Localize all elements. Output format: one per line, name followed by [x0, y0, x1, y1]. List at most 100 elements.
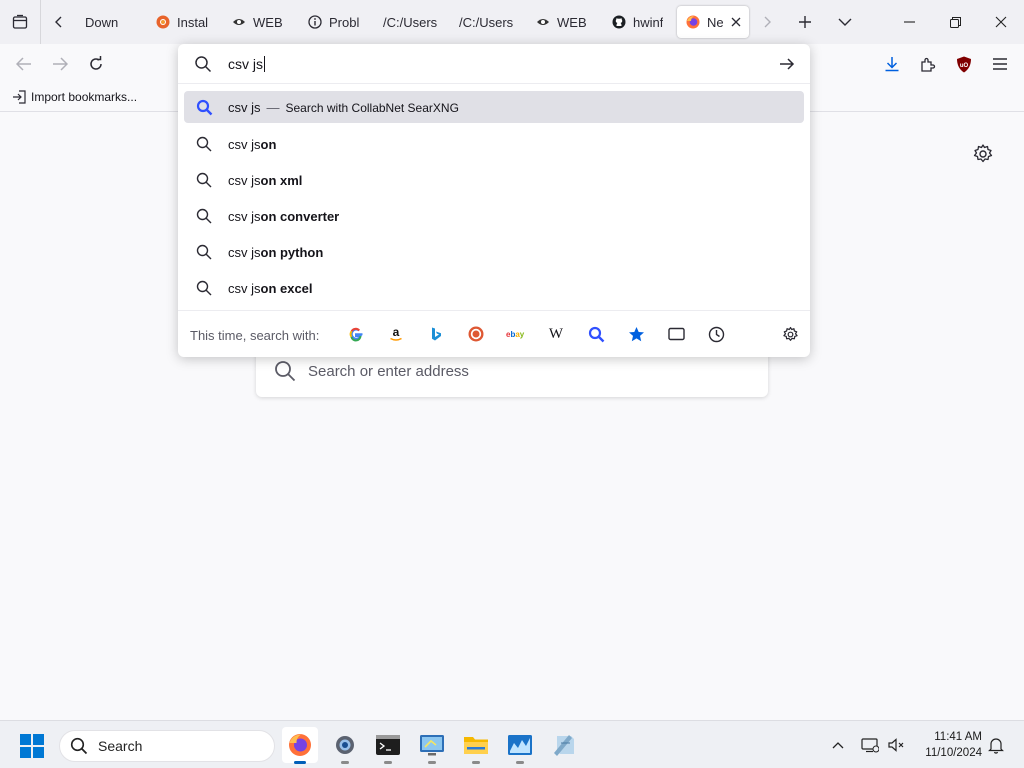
search-icon: [196, 280, 212, 299]
taskbar-notepad[interactable]: [546, 727, 582, 763]
history-icon[interactable]: [706, 324, 726, 344]
windows-start-icon[interactable]: [20, 734, 44, 758]
text-caret: [264, 56, 265, 72]
tab-overview-icon[interactable]: [0, 0, 40, 44]
search-icon: [196, 208, 212, 227]
suggestion-prefix: csv js: [228, 137, 261, 152]
bing-icon[interactable]: [426, 324, 446, 344]
tab-scroll-right-icon[interactable]: [749, 0, 785, 44]
wikipedia-icon[interactable]: W: [546, 324, 566, 344]
suggestion-item[interactable]: csv json xml: [184, 164, 804, 196]
notepad-icon: [552, 733, 576, 757]
suggestion-query: csv js: [228, 100, 261, 115]
url-typed-text-wrap: csv js: [228, 56, 265, 72]
suggestion-prefix: csv js: [228, 209, 261, 224]
taskbar-terminal[interactable]: [370, 727, 406, 764]
firefox-icon: [685, 14, 701, 30]
close-tab-icon[interactable]: [731, 17, 741, 27]
chromium-icon: [155, 14, 171, 30]
running-indicator: [294, 761, 306, 764]
volume-muted-icon[interactable]: [886, 735, 906, 755]
taskbar-settings[interactable]: [327, 727, 363, 764]
urlbar-dropdown: csv js csv js — Search with CollabNet Sear…: [178, 44, 810, 357]
tab-2[interactable]: WEB: [223, 6, 299, 38]
ebay-icon[interactable]: ebay: [506, 324, 526, 344]
tab-0[interactable]: Down: [77, 6, 147, 38]
tab-5[interactable]: /C:/Users: [451, 6, 527, 38]
file-explorer-icon: [463, 734, 489, 756]
tab-3[interactable]: Probl: [299, 6, 375, 38]
forward-icon[interactable]: [48, 52, 72, 76]
go-arrow-icon[interactable]: [778, 55, 796, 76]
tab-8-active[interactable]: Ne: [677, 6, 749, 38]
tab-scroll-left-icon[interactable]: [41, 0, 77, 44]
show-hidden-icons-chevron-icon[interactable]: [828, 735, 848, 755]
notification-bell-icon[interactable]: [986, 735, 1006, 755]
app-menu-icon[interactable]: [988, 52, 1012, 76]
suggestion-item[interactable]: csv json excel: [184, 272, 804, 304]
terminal-icon: [376, 734, 400, 756]
back-icon[interactable]: [12, 52, 36, 76]
taskbar-search-box[interactable]: Search: [59, 730, 275, 762]
url-input[interactable]: csv js: [178, 44, 810, 84]
minimize-icon[interactable]: [886, 0, 932, 44]
new-tab-icon[interactable]: [785, 0, 825, 44]
running-indicator: [472, 761, 480, 764]
list-all-tabs-icon[interactable]: [825, 0, 865, 44]
suggestion-completion: on excel: [260, 281, 313, 296]
taskbar-file-explorer[interactable]: [458, 727, 494, 764]
suggestion-completion: on converter: [260, 209, 340, 224]
close-window-icon[interactable]: [978, 0, 1024, 44]
tab-strip: Down Instal WEB Probl /C:/Users /C:/User…: [0, 0, 1024, 44]
extensions-icon[interactable]: [916, 52, 940, 76]
searxng-icon[interactable]: [586, 324, 606, 344]
clock-date: 11/10/2024: [925, 747, 982, 759]
eye-icon: [535, 14, 551, 30]
one-off-search-bar: This time, search with: a ebay W: [178, 310, 810, 357]
search-icon: [196, 172, 212, 191]
restore-icon[interactable]: [932, 0, 978, 44]
taskbar-remote-desktop[interactable]: [414, 727, 450, 764]
suggestion-text: csv js — Search with CollabNet SearXNG: [228, 100, 459, 115]
system-clock[interactable]: 11:41 AM 11/10/2024: [912, 729, 982, 761]
suggestion-prefix: csv js: [228, 173, 261, 188]
google-icon[interactable]: [346, 324, 366, 344]
search-icon: [196, 244, 212, 263]
import-bookmarks-button[interactable]: Import bookmarks...: [12, 90, 137, 104]
taskbar-monitor-app[interactable]: [502, 727, 538, 764]
import-bookmarks-label: Import bookmarks...: [31, 90, 138, 104]
svg-text:ebay: ebay: [506, 330, 525, 339]
searxng-icon: [196, 99, 213, 119]
suggestion-completion: on xml: [260, 173, 303, 188]
svg-text:uO: uO: [960, 63, 969, 69]
svg-text:a: a: [393, 326, 400, 339]
page-settings-gear-icon[interactable]: [972, 143, 994, 165]
downloads-icon[interactable]: [880, 52, 904, 76]
ublock-origin-icon[interactable]: uO: [952, 52, 976, 76]
taskbar-search-label: Search: [98, 738, 143, 754]
suggestion-text: csv json: [228, 137, 276, 152]
settings-icon: [333, 733, 357, 757]
suggestion-text: csv json python: [228, 245, 323, 260]
suggestion-item[interactable]: csv json: [184, 128, 804, 160]
suggestion-text: csv json xml: [228, 173, 302, 188]
tab-7[interactable]: hwinf: [603, 6, 673, 38]
taskbar-firefox[interactable]: [282, 727, 318, 764]
tabs-icon[interactable]: [666, 324, 686, 344]
reload-icon[interactable]: [84, 52, 108, 76]
suggestion-item[interactable]: csv json converter: [184, 200, 804, 232]
suggestion-item[interactable]: csv json python: [184, 236, 804, 268]
tab-1[interactable]: Instal: [147, 6, 223, 38]
suggestion-action: Search with CollabNet SearXNG: [285, 101, 459, 115]
tab-6[interactable]: WEB: [527, 6, 603, 38]
tab-4[interactable]: /C:/Users: [375, 6, 451, 38]
search-settings-gear-icon[interactable]: [780, 324, 800, 344]
github-icon: [611, 14, 627, 30]
duckduckgo-icon[interactable]: [466, 324, 486, 344]
running-indicator: [516, 761, 524, 764]
suggestion-searxng[interactable]: csv js — Search with CollabNet SearXNG: [184, 91, 804, 123]
network-icon[interactable]: [860, 735, 880, 755]
page-search-placeholder: Search or enter address: [308, 362, 469, 380]
amazon-icon[interactable]: a: [386, 324, 406, 344]
bookmarks-icon[interactable]: [626, 324, 646, 344]
